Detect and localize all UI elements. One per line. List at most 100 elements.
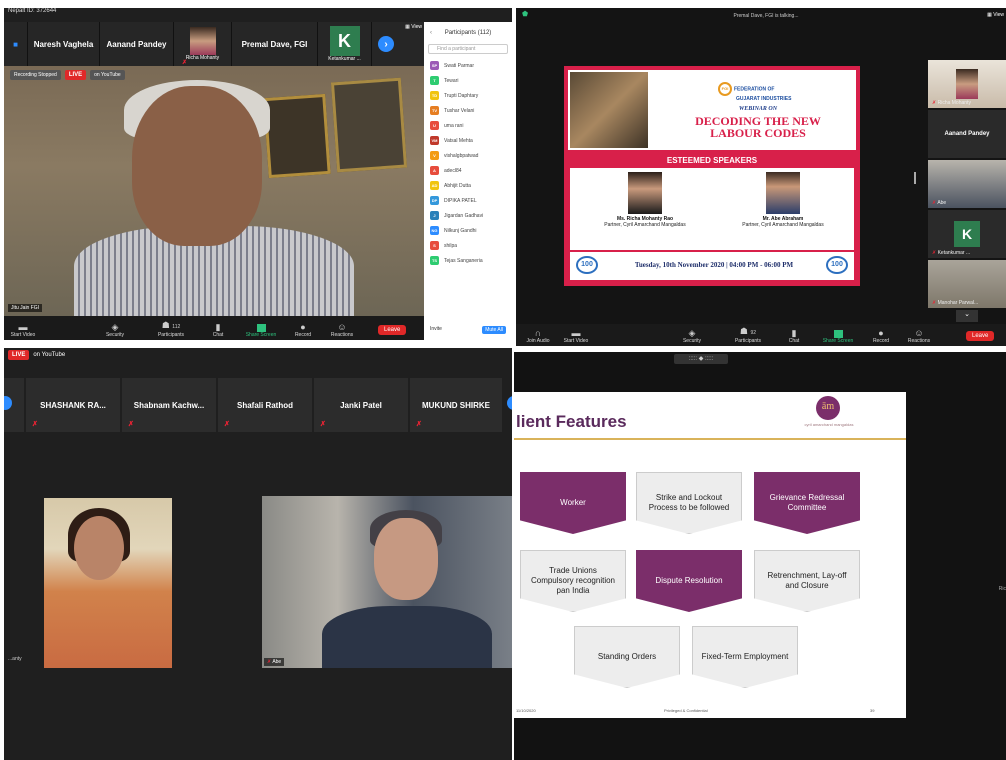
view-button[interactable]: ▦ View — [405, 24, 422, 30]
wall-portrait — [263, 93, 331, 179]
participant-row[interactable]: Sshilpa — [424, 238, 512, 253]
collapse-icon[interactable]: ‹ — [430, 30, 432, 36]
youtube-dropdown[interactable]: on YouTube — [33, 352, 65, 358]
record-icon: ● — [878, 328, 884, 338]
thumb-richa[interactable]: Richa Mohanty ✗ — [174, 22, 232, 66]
webinar-title: DECODING THE NEW LABOUR CODES — [695, 114, 821, 140]
panel-divider[interactable] — [914, 172, 916, 184]
security-button[interactable]: ◈ Security — [84, 322, 146, 338]
participant-row[interactable]: AD Abhijit Dutta — [424, 178, 512, 193]
tile-janki[interactable]: Janki Patel ✗ — [314, 378, 408, 432]
live-badge[interactable]: LIVE — [8, 350, 30, 360]
share-screen-button[interactable]: Share Screen — [814, 330, 862, 344]
participant-row[interactable]: TS Tejas Sanganeria — [424, 253, 512, 268]
muted-mic-icon: ✗ — [320, 421, 326, 428]
presentation-slide: lient Features ām cyril amarchand mangal… — [514, 392, 906, 718]
reaction-icon: ☺ — [914, 328, 924, 338]
join-audio-button[interactable]: ∩ Join Audio — [520, 328, 556, 344]
reactions-button[interactable]: ☺ Reactions — [900, 328, 938, 344]
speaker-video-abe[interactable]: Abe — [262, 496, 512, 668]
leave-button[interactable]: Leave — [378, 325, 407, 335]
side-tile-aanand[interactable]: Aanand Pandey — [928, 110, 1006, 158]
participant-row[interactable]: J Jigardan Gadhavi — [424, 208, 512, 223]
meeting-toolbar: ▬ Start Video ◈ Security ☗ 112 Participants… — [4, 316, 424, 340]
meeting-toolbar: ∩ Join Audio ▬ Start Video ◈ Security ☗ 92 P… — [516, 324, 1006, 346]
youtube-badge[interactable]: on YouTube — [90, 70, 125, 80]
feature-box: Dispute Resolution — [636, 550, 742, 612]
tile-shabnam[interactable]: Shabnam Kachw... ✗ — [122, 378, 216, 432]
record-button[interactable]: ● Record — [862, 328, 900, 344]
100-years-badge: 100 — [826, 256, 848, 274]
slide-title: lient Features — [516, 412, 627, 431]
mute-all-button[interactable]: Mute All — [482, 326, 506, 334]
live-badge[interactable]: LIVE — [64, 70, 87, 80]
tile-shafali[interactable]: Shafali Rathod ✗ — [218, 378, 312, 432]
participant-row[interactable]: Uuma rani — [424, 118, 512, 133]
thumb-aanand[interactable]: Aanand Pandey — [100, 22, 174, 66]
participant-row[interactable]: TV Tushar Velani — [424, 103, 512, 118]
firm-logo: ām — [816, 396, 840, 420]
tile-shashank[interactable]: SHASHANK RA... ✗ — [26, 378, 120, 432]
record-button[interactable]: ● Record — [282, 322, 324, 338]
side-tile-manohar[interactable]: Manohar Parwal... — [928, 260, 1006, 308]
participant-row[interactable]: SP Swati Parmar — [424, 58, 512, 73]
participants-button[interactable]: ☗ 92 Participants — [722, 326, 774, 344]
speaker-video-richa[interactable] — [44, 498, 172, 668]
thumb-premal[interactable]: Premal Dave, FGI — [232, 22, 318, 66]
muted-mic-icon: ✗ — [182, 60, 188, 66]
shield-icon: ◈ — [111, 322, 119, 332]
view-button[interactable]: ▦ View — [987, 12, 1004, 18]
feature-box: Grievance Redressal Committee — [754, 472, 860, 534]
invite-button[interactable]: Invite — [430, 326, 442, 334]
participants-footer: Invite Mute All — [424, 326, 512, 334]
recording-badge[interactable]: Recording Stopped — [10, 70, 61, 80]
side-tile-ketankumar[interactable]: KKetankumar ... — [928, 210, 1006, 258]
share-screen-icon — [256, 324, 266, 332]
security-button[interactable]: ◈ Security — [662, 328, 722, 344]
thumb-naresh[interactable]: Naresh Vaghela — [28, 22, 100, 66]
participant-name: adecl84 — [444, 167, 462, 174]
side-participant-label: Ric — [998, 586, 1006, 592]
info-icon[interactable]: ■ — [4, 22, 28, 66]
chat-button[interactable]: ▮ Chat — [774, 328, 814, 344]
participant-row[interactable]: VM Vatsal Mehta — [424, 133, 512, 148]
share-screen-button[interactable]: Share Screen — [240, 324, 282, 338]
speaker2-caption: Mr. Abe Abraham Partner, Cyril Amarchand … — [742, 216, 824, 228]
firm-logo-text: cyril amarchand mangaldas — [804, 422, 854, 427]
participants-button[interactable]: ☗ 112 Participants — [146, 320, 196, 338]
muted-mic-icon: ✗ — [32, 421, 38, 428]
participant-avatar: TS — [430, 256, 439, 265]
thumb-ketankumar[interactable]: K Ketankumar ... — [318, 22, 372, 66]
feature-box: Fixed-Term Employment — [692, 626, 798, 688]
participant-search-input[interactable]: Find a participant — [428, 44, 508, 54]
participant-row[interactable]: DP DIPIKA PATEL — [424, 193, 512, 208]
side-tile-abe[interactable]: Abe — [928, 160, 1006, 208]
start-video-button[interactable]: ▬ Start Video — [8, 322, 38, 338]
participant-avatar: T — [430, 76, 439, 85]
chat-icon: ▮ — [791, 328, 797, 338]
screen-share-control-bar[interactable]: ::::: ◆ ::::: — [674, 354, 728, 364]
chevron-down-icon[interactable]: ⌄ — [956, 310, 978, 322]
participant-row[interactable]: TD Trupti Daphtary — [424, 88, 512, 103]
people-icon: ☗ 112 — [161, 320, 181, 330]
participant-name: uma rani — [444, 122, 464, 129]
participant-list: SP Swati Parmar T Tewari TD Trupti Daphtary TV… — [424, 58, 512, 268]
speaker-suit — [322, 606, 492, 668]
slide-confidential: Privileged & Confidential — [664, 708, 708, 713]
shield-icon[interactable]: ⬟ — [522, 10, 528, 18]
stream-status: LIVE on YouTube — [8, 350, 65, 360]
reactions-button[interactable]: ☺ Reactions — [324, 322, 360, 338]
participant-row[interactable]: Aadecl84 — [424, 163, 512, 178]
participants-panel: ‹ Participants (112) Find a participant … — [424, 22, 512, 340]
participant-name: Abhijit Dutta — [444, 182, 471, 189]
chat-button[interactable]: ▮ Chat — [196, 322, 240, 338]
speaker-video — [4, 66, 424, 316]
next-page-button[interactable]: › — [378, 36, 394, 52]
participant-row[interactable]: NG Nilkunj Gandhi — [424, 223, 512, 238]
participant-row[interactable]: Vvishalgbpatwad — [424, 148, 512, 163]
leave-button[interactable]: Leave — [966, 331, 995, 341]
participant-row[interactable]: T Tewari — [424, 73, 512, 88]
tile-mukund[interactable]: MUKUND SHIRKE ✗ — [410, 378, 502, 432]
start-video-button[interactable]: ▬ Start Video — [556, 328, 596, 344]
side-tile-richa[interactable]: Richa Mohanty — [928, 60, 1006, 108]
